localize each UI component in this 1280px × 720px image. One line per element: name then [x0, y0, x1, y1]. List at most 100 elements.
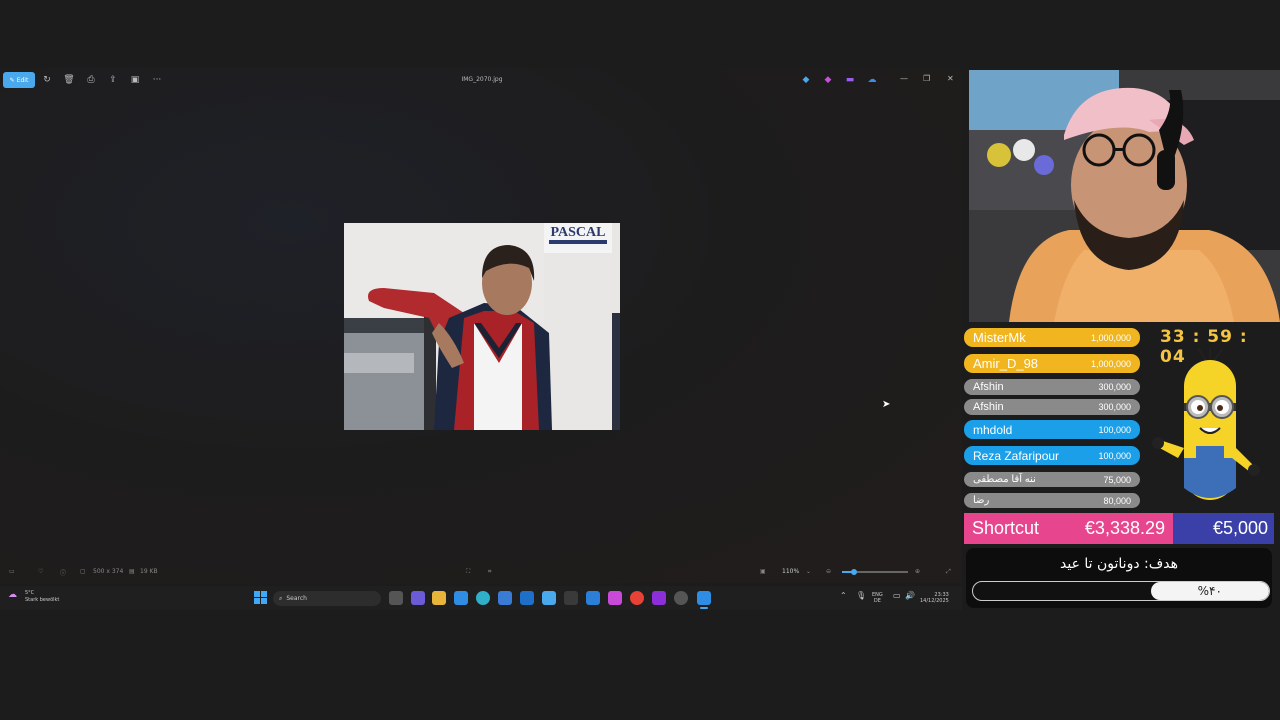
taskbar-search[interactable]: ⌕ Search: [273, 591, 381, 606]
tasks-icon[interactable]: [498, 591, 512, 605]
minion-mascot: [1148, 347, 1268, 508]
rotate-icon[interactable]: ↻: [39, 73, 55, 87]
status-bar: ▭ ♡ ⓘ ▢ 500 x 374 ▤ 19 KB ⛶ ⌗ ▣ 110% ⌄ ⊖…: [0, 566, 962, 580]
donor-row-5: mhdold 100,000: [964, 420, 1140, 439]
zoom-slider-thumb[interactable]: [851, 569, 857, 575]
region-code: DE: [873, 598, 881, 604]
chevron-down-icon[interactable]: ⌄: [806, 568, 811, 575]
chrome-icon[interactable]: [630, 591, 644, 605]
chevron-up-icon[interactable]: ⌃: [840, 592, 847, 600]
filmstrip-icon[interactable]: ▭: [9, 568, 15, 575]
windows-taskbar: ☁ 5°C Stark bewölkt ⌕ Search ⌃ 🎙 ENG DE …: [0, 586, 962, 610]
copilot-icon[interactable]: ◆: [820, 73, 836, 87]
active-app-indicator: [700, 607, 708, 609]
print-icon[interactable]: ⎙: [83, 73, 99, 87]
share-icon[interactable]: ⇪: [105, 73, 121, 87]
delete-icon[interactable]: 🗑: [61, 73, 77, 87]
info-icon[interactable]: ⓘ: [60, 568, 66, 577]
edit-label: Edit: [16, 76, 29, 84]
shortcut-raised: €3,338.29: [1084, 518, 1165, 538]
weather-widget[interactable]: ☁ 5°C Stark bewölkt: [8, 590, 59, 604]
image-filesize: 19 KB: [140, 568, 158, 575]
search-placeholder: Search: [286, 595, 307, 602]
donation-goal-box: هدف: دوناتون تا عید %۴۰: [966, 548, 1272, 608]
file-explorer-icon[interactable]: [432, 591, 446, 605]
volume-icon[interactable]: 🔊: [905, 592, 915, 600]
start-icon[interactable]: [254, 591, 267, 604]
shortcut-goal: €5,000: [1212, 518, 1268, 538]
file-size-icon: ▤: [129, 568, 135, 575]
shortcut-progress: Shortcut €3,338.29: [964, 513, 1173, 544]
stream-overlay: MisterMk 1,000,000 Amir_D_98 1,000,000 A…: [962, 322, 1280, 608]
language-indicator[interactable]: ENG DE: [872, 592, 883, 604]
file-name: IMG_2070.jpg: [461, 76, 503, 83]
teams-icon[interactable]: [411, 591, 425, 605]
donor-amount: 1,000,000: [1090, 332, 1131, 343]
rider-icon[interactable]: [652, 591, 666, 605]
donor-row-7: ننه آقا مصطفی 75,000: [964, 472, 1140, 487]
donor-amount: 300,000: [1098, 402, 1131, 412]
image-size-icon: ▢: [80, 568, 86, 575]
minimize-icon[interactable]: —: [900, 74, 908, 83]
fullscreen-icon[interactable]: ⤢: [946, 568, 951, 576]
donor-name: MisterMk: [973, 330, 1026, 345]
donor-name: Reza Zafaripour: [973, 448, 1060, 463]
clock[interactable]: 23:33 14/12/2025: [920, 592, 949, 604]
chatgpt-icon[interactable]: [674, 591, 688, 605]
shortcut-goal-bar: Shortcut €3,338.29 €5,000: [964, 513, 1274, 544]
zoom-in-icon[interactable]: ⊕: [915, 568, 920, 575]
more-icon[interactable]: ···: [149, 73, 165, 87]
task-view-icon[interactable]: [389, 591, 403, 605]
edit-button[interactable]: ✎ Edit: [3, 72, 35, 88]
donor-amount: 100,000: [1098, 424, 1131, 435]
donor-name: ننه آقا مصطفی: [973, 474, 1036, 485]
edge-icon[interactable]: [476, 591, 490, 605]
mouse-cursor-icon: ➤: [882, 399, 891, 410]
vscode-icon[interactable]: [586, 591, 600, 605]
donor-name: Afshin: [973, 401, 1004, 413]
crop-icon[interactable]: ⌗: [488, 568, 491, 576]
zoom-level[interactable]: 110%: [782, 568, 799, 575]
shortcut-remaining: €5,000: [1173, 513, 1274, 544]
photos-app-window: ✎ Edit ↻ 🗑 ⎙ ⇪ ▣ ··· IMG_2070.jpg ◆ ◆ ▬ …: [0, 68, 962, 583]
photos-active-icon[interactable]: [697, 591, 711, 605]
outlook-icon[interactable]: [520, 591, 534, 605]
maximize-icon[interactable]: ❐: [923, 74, 930, 83]
donor-row-2: Amir_D_98 1,000,000: [964, 354, 1140, 373]
donor-row-3: Afshin 300,000: [964, 379, 1140, 395]
actual-size-icon[interactable]: ▣: [760, 568, 766, 575]
clock-date: 14/12/2025: [920, 598, 949, 604]
donor-row-6: Reza Zafaripour 100,000: [964, 446, 1140, 465]
donor-name: Afshin: [973, 381, 1004, 393]
favorite-icon[interactable]: ♡: [38, 568, 43, 575]
donor-name: Amir_D_98: [973, 356, 1039, 371]
donor-amount: 80,000: [1103, 495, 1131, 506]
photo-sign-text: PASCAL: [551, 225, 606, 240]
goal-progress-track: %۴۰: [972, 581, 1270, 601]
microphone-icon[interactable]: 🎙: [856, 592, 866, 600]
donor-amount: 100,000: [1098, 450, 1131, 461]
terminal-icon[interactable]: [564, 591, 578, 605]
weather-icon: ☁: [8, 590, 17, 600]
store-icon[interactable]: [454, 591, 468, 605]
close-icon[interactable]: ✕: [947, 74, 954, 83]
webcam-feed: [969, 70, 1280, 322]
goal-percent-label: %۴۰: [1197, 584, 1222, 598]
fit-icon[interactable]: ⛶: [466, 568, 470, 576]
donor-row-8: رضا 80,000: [964, 493, 1140, 508]
onedrive-icon[interactable]: ☁: [864, 73, 880, 87]
donor-amount: 300,000: [1098, 382, 1131, 392]
zoom-out-icon[interactable]: ⊖: [826, 568, 831, 575]
donor-row-1: MisterMk 1,000,000: [964, 328, 1140, 347]
copilot-app-icon[interactable]: [608, 591, 622, 605]
network-icon[interactable]: ▭: [893, 592, 901, 600]
photos-app-icon[interactable]: [542, 591, 556, 605]
displayed-photo: PASCAL: [344, 223, 620, 430]
zoom-slider[interactable]: [842, 569, 908, 575]
slideshow-icon[interactable]: ▣: [127, 73, 143, 87]
designer-icon[interactable]: ◆: [798, 73, 814, 87]
clipchamp-icon[interactable]: ▬: [842, 73, 858, 87]
donor-row-4: Afshin 300,000: [964, 399, 1140, 415]
search-icon: ⌕: [279, 594, 283, 602]
edit-icon: ✎: [9, 76, 15, 84]
